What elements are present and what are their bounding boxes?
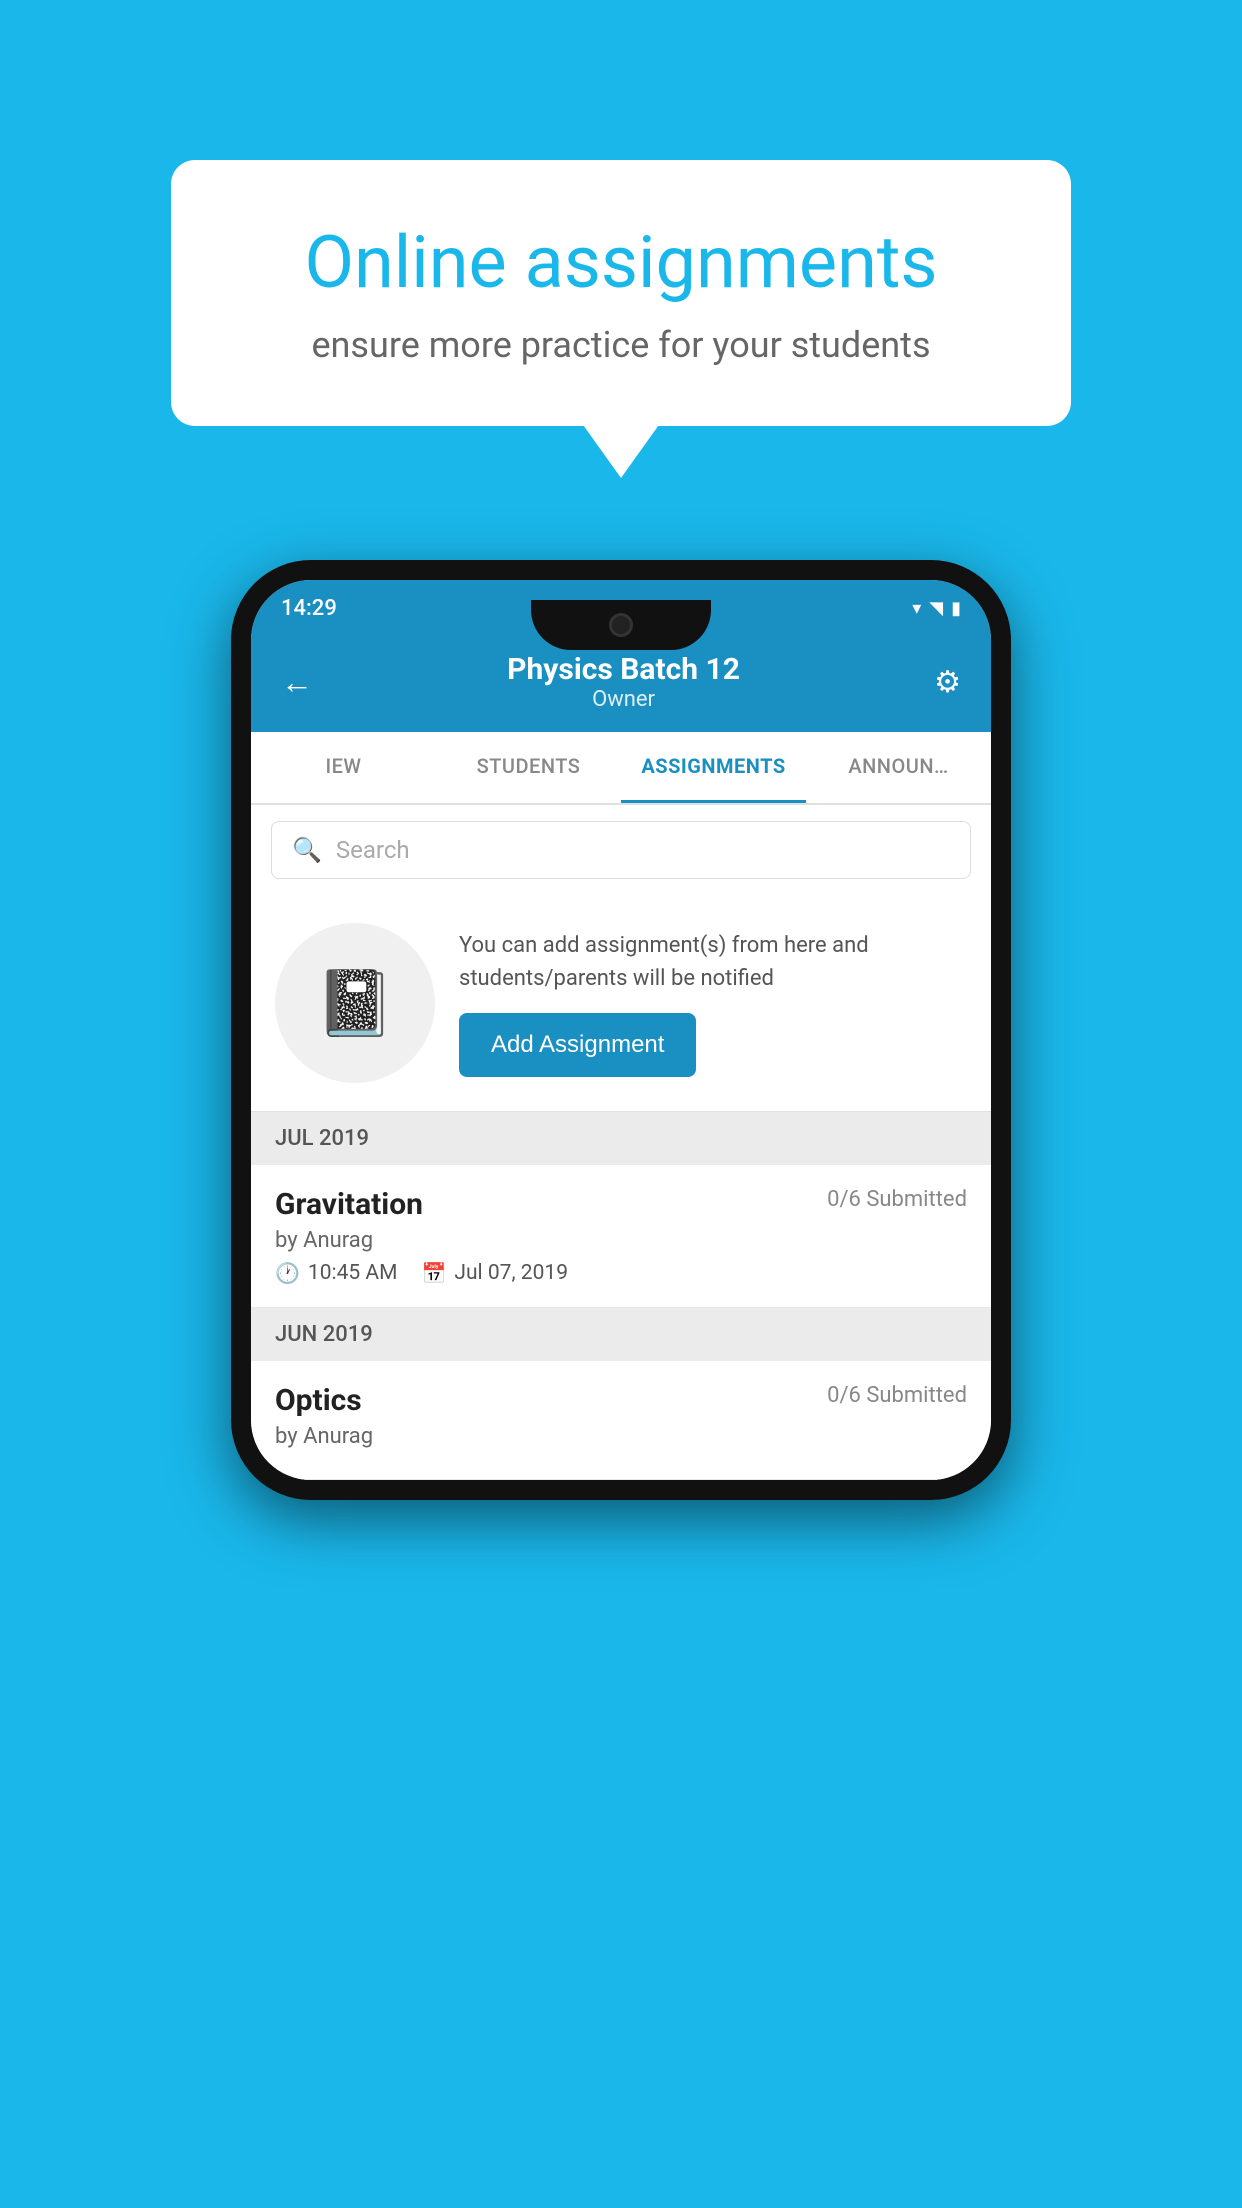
battery-icon: ▮ [951,598,961,619]
section-header-jun: JUN 2019 [251,1308,991,1361]
header-subtitle: Owner [313,687,934,712]
section-header-jul: JUL 2019 [251,1112,991,1165]
tab-iew[interactable]: IEW [251,732,436,803]
clock-icon: 🕐 [275,1261,300,1285]
optics-by: by Anurag [275,1424,967,1449]
assignment-submitted: 0/6 Submitted [827,1187,967,1212]
optics-submitted: 0/6 Submitted [827,1383,967,1408]
notebook-icon: 📓 [315,966,395,1041]
signal-icon: ◥ [929,598,943,619]
assignment-item-gravitation[interactable]: Gravitation 0/6 Submitted by Anurag 🕐 10… [251,1165,991,1308]
status-time: 14:29 [281,596,337,621]
promo-block: 📓 You can add assignment(s) from here an… [251,895,991,1112]
app-header: ← Physics Batch 12 Owner ⚙ [251,636,991,732]
meta-time: 🕐 10:45 AM [275,1261,397,1285]
header-title: Physics Batch 12 [313,652,934,687]
meta-date: 📅 Jul 07, 2019 [421,1261,568,1285]
speech-bubble-wrapper: Online assignments ensure more practice … [171,160,1071,426]
assignment-time: 10:45 AM [308,1261,398,1285]
wifi-icon: ▾ [912,598,921,619]
camera-icon [609,613,633,637]
speech-bubble: Online assignments ensure more practice … [171,160,1071,426]
tabs-bar: IEW STUDENTS ASSIGNMENTS ANNOUN… [251,732,991,805]
assignment-icon-wrap: 📓 [275,923,435,1083]
settings-icon[interactable]: ⚙ [934,665,961,700]
back-button[interactable]: ← [281,663,313,701]
assignment-item-optics[interactable]: Optics 0/6 Submitted by Anurag [251,1361,991,1480]
search-icon: 🔍 [292,836,322,864]
assignment-date: Jul 07, 2019 [454,1261,568,1285]
promo-text: You can add assignment(s) from here and … [459,929,967,995]
speech-bubble-subtitle: ensure more practice for your students [251,324,991,366]
phone-wrapper: 14:29 ▾ ◥ ▮ ← Physics Batch 12 Owner ⚙ I… [231,560,1011,1500]
phone-screen: 14:29 ▾ ◥ ▮ ← Physics Batch 12 Owner ⚙ I… [251,580,991,1480]
assignment-row-1: Gravitation 0/6 Submitted [275,1187,967,1222]
assignment-meta: 🕐 10:45 AM 📅 Jul 07, 2019 [275,1261,967,1285]
speech-bubble-title: Online assignments [251,220,991,306]
assignment-name: Gravitation [275,1187,423,1222]
tab-students[interactable]: STUDENTS [436,732,621,803]
optics-name: Optics [275,1383,362,1418]
tab-assignments[interactable]: ASSIGNMENTS [621,732,806,803]
assignment-by: by Anurag [275,1228,967,1253]
phone-frame: 14:29 ▾ ◥ ▮ ← Physics Batch 12 Owner ⚙ I… [231,560,1011,1500]
promo-content: You can add assignment(s) from here and … [459,929,967,1077]
calendar-icon: 📅 [421,1261,446,1285]
search-bar[interactable]: 🔍 Search [271,821,971,879]
search-input[interactable]: Search [336,836,410,864]
phone-notch [531,600,711,650]
header-center: Physics Batch 12 Owner [313,652,934,712]
status-icons: ▾ ◥ ▮ [912,598,961,619]
tab-announcements[interactable]: ANNOUN… [806,732,991,803]
search-container: 🔍 Search [251,805,991,895]
optics-row-1: Optics 0/6 Submitted [275,1383,967,1418]
add-assignment-button[interactable]: Add Assignment [459,1013,696,1077]
